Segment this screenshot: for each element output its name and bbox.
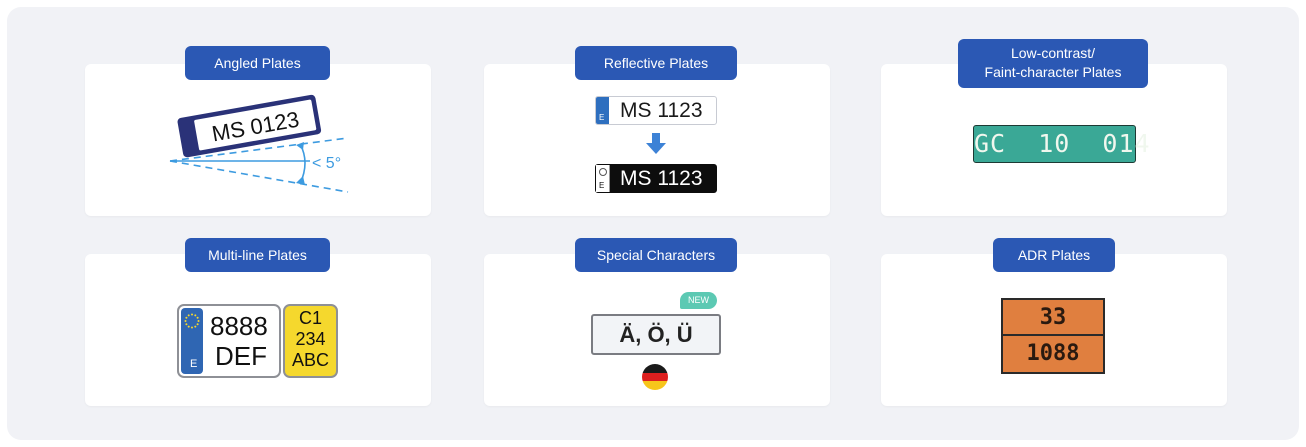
label-reflective-plates: Reflective Plates — [575, 46, 737, 80]
adr-divider — [1003, 334, 1103, 336]
reflective-plate-inverted-text: MS 1123 — [620, 167, 703, 190]
eu-strip-letter: E — [190, 358, 198, 370]
german-flag-icon — [642, 364, 668, 390]
label-low-contrast-line2: Faint-character Plates — [984, 64, 1122, 80]
eu-strip-letter: E — [599, 113, 605, 122]
eu-strip-inverted: E — [596, 165, 610, 192]
reflective-plate-text: MS 1123 — [620, 99, 703, 122]
multi-line-plate-eu: E 8888 DEF — [177, 304, 281, 378]
multi-line-plate-line1: 8888 — [210, 311, 268, 341]
arc-arrow-top — [296, 142, 304, 150]
label-angled-plates: Angled Plates — [185, 46, 330, 80]
yellow-plate-line1: C1 — [298, 308, 322, 328]
label-low-contrast-line1: Low-contrast/ — [1010, 45, 1096, 61]
multi-line-plate-line2: DEF — [215, 341, 267, 371]
eu-stars-icon — [184, 313, 200, 329]
multi-line-plate-yellow: C1 234 ABC — [283, 304, 338, 378]
yellow-plate-line2: 234 — [295, 329, 326, 349]
eu-strip-letter-inverted: E — [599, 181, 605, 190]
eu-strip: E — [596, 97, 609, 124]
label-special-characters: Special Characters — [575, 238, 737, 272]
new-badge: NEW — [680, 292, 717, 309]
label-low-contrast-plates: Low-contrast/ Faint-character Plates — [958, 39, 1148, 88]
angled-plate-illustration: MS 0123 < 5° — [169, 94, 349, 193]
special-characters-plate: Ä, Ö, Ü — [591, 314, 721, 355]
reflective-plate-inverted: E MS 1123 — [595, 164, 717, 193]
adr-plate: 33 1088 — [1001, 298, 1105, 374]
adr-un-number: 1088 — [1026, 341, 1080, 366]
angle-label: < 5° — [312, 155, 341, 172]
circle-mark — [599, 168, 607, 176]
reflective-plate-normal: E MS 1123 — [595, 96, 717, 125]
low-contrast-plate: GC 10 014 — [973, 125, 1150, 163]
label-multi-line-plates: Multi-line Plates — [185, 238, 330, 272]
angled-plate: MS 0123 — [177, 94, 322, 158]
label-adr-plates: ADR Plates — [993, 238, 1115, 272]
yellow-plate-line3: ABC — [291, 350, 329, 370]
arrow-down-icon — [646, 133, 666, 154]
arc-arrow-bottom — [296, 176, 305, 185]
adr-hazard-number: 33 — [1039, 305, 1067, 330]
